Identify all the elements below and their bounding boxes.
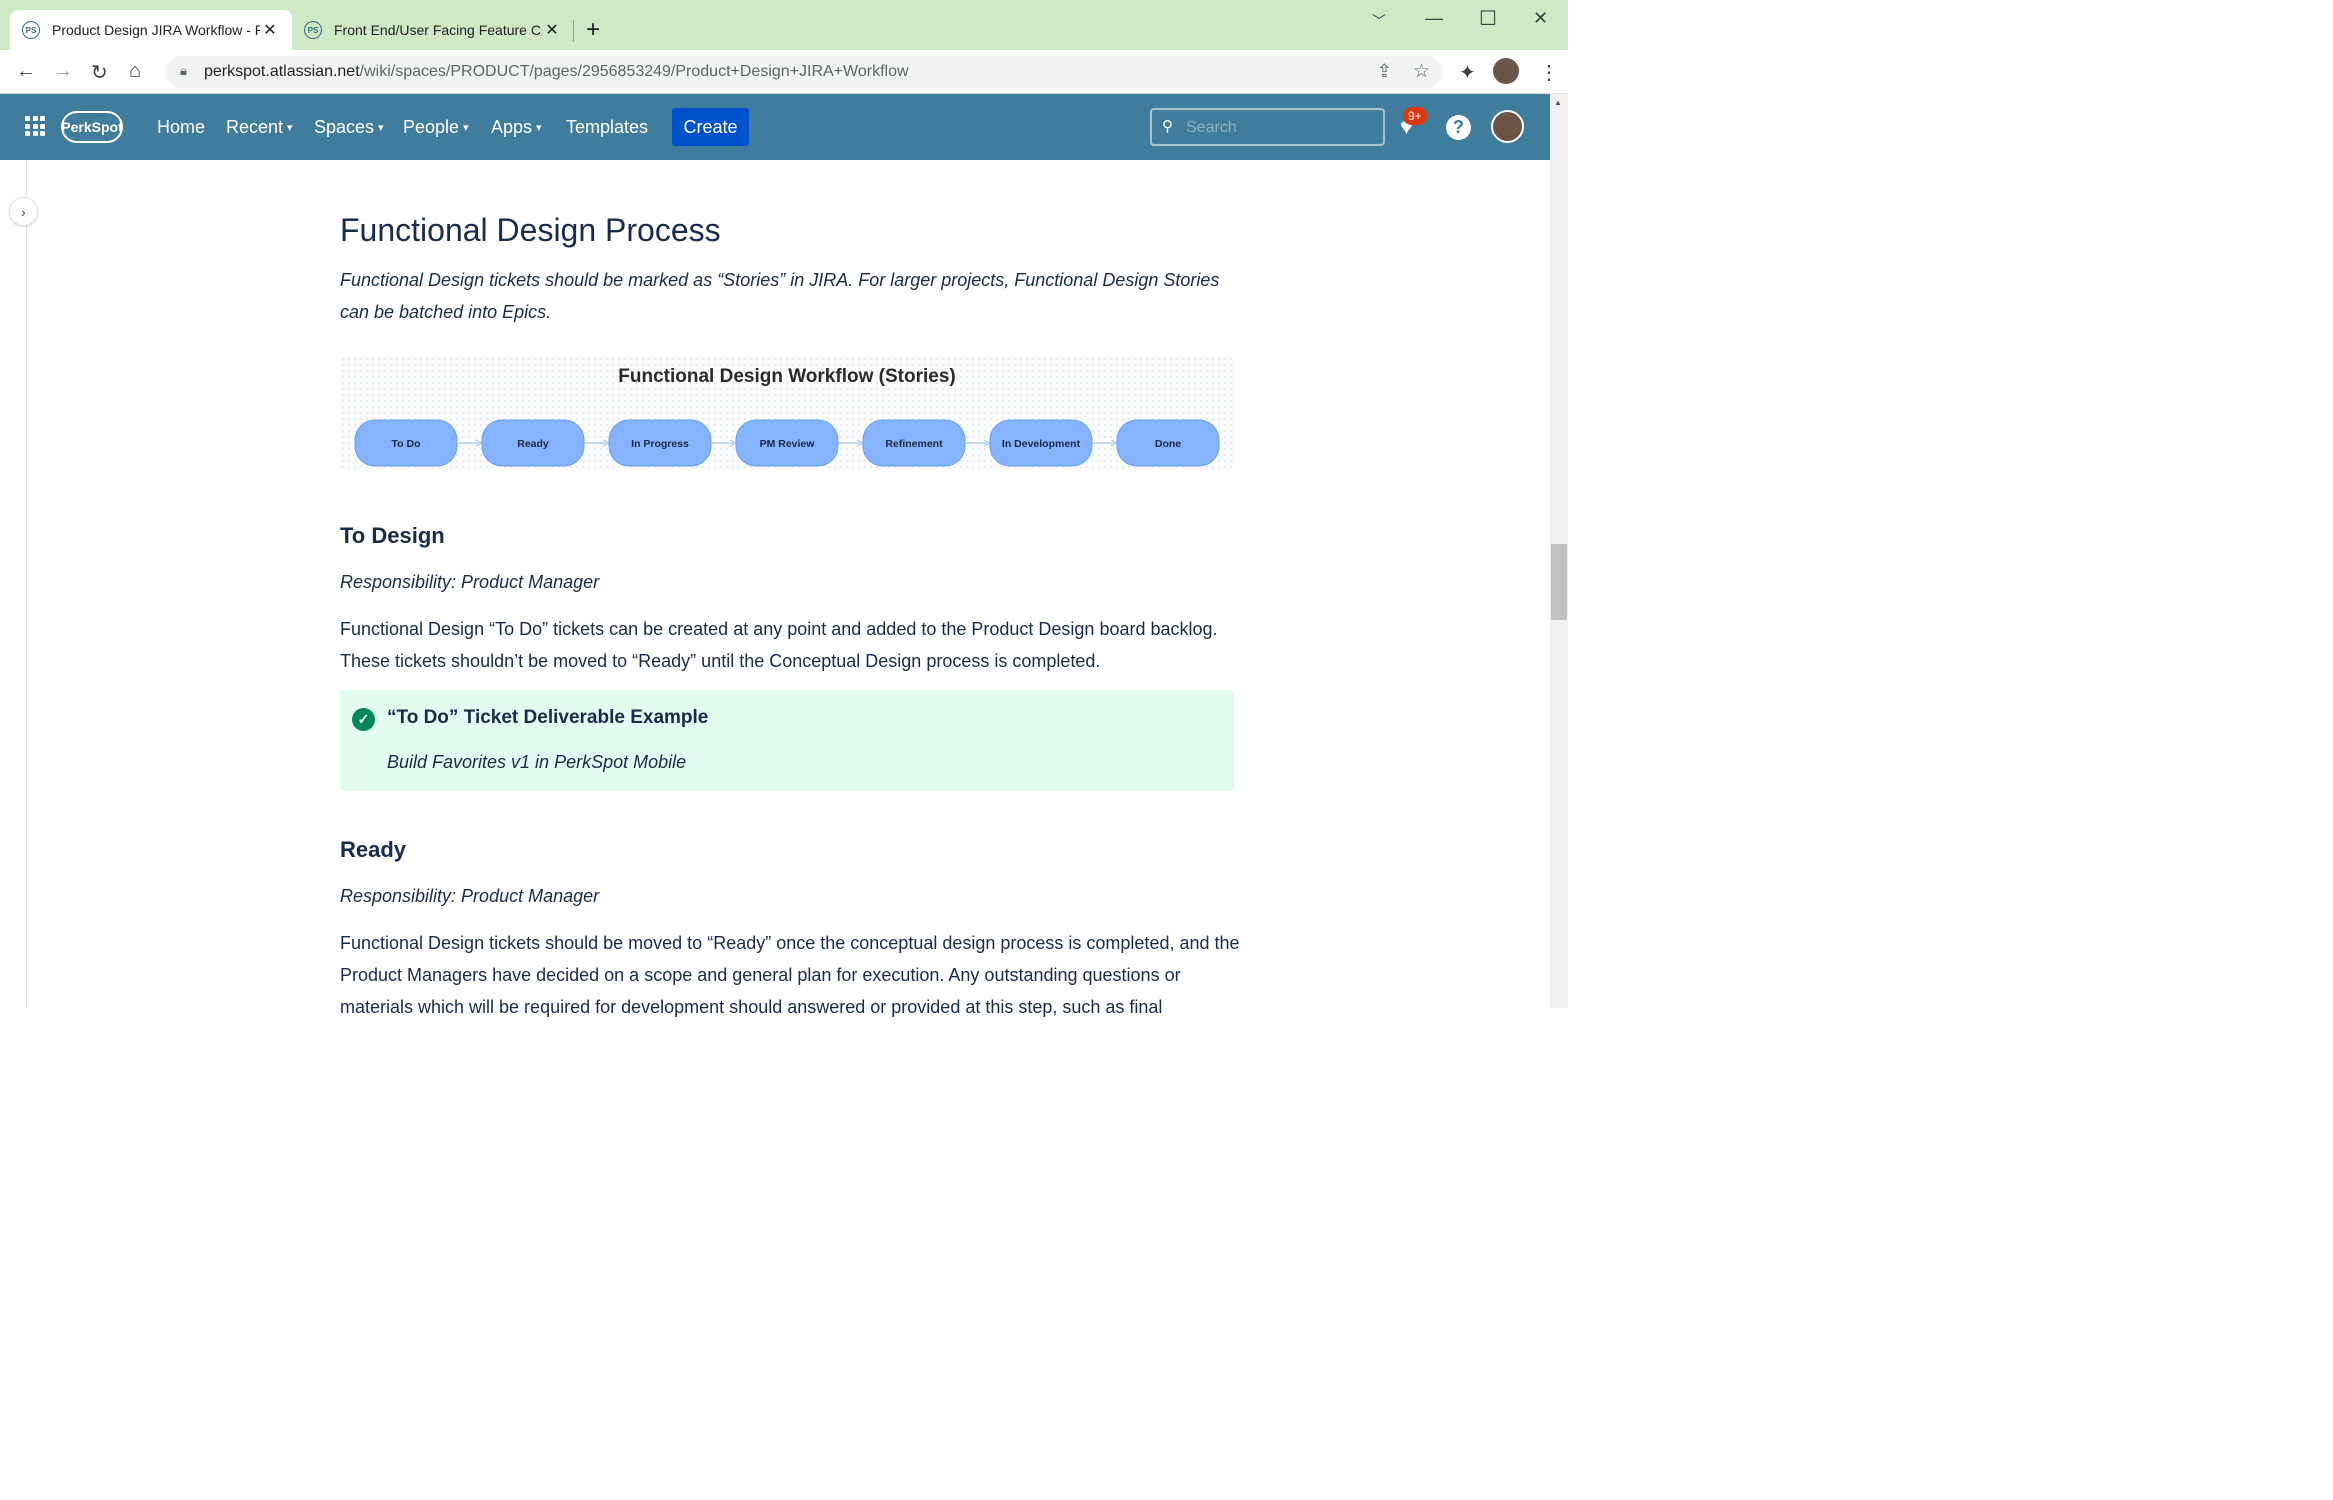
perkspot-favicon: PS [304, 21, 322, 39]
panel-title: “To Do” Ticket Deliverable Example [387, 707, 709, 728]
page-heading: Functional Design Process [340, 212, 721, 248]
chevron-down-icon: ▾ [463, 122, 469, 134]
nav-templates[interactable]: Templates [566, 117, 648, 138]
more-menu-icon[interactable]: ⋮ [1539, 60, 1559, 85]
workflow-step-label: Done [1155, 438, 1181, 450]
tab-separator [573, 20, 574, 42]
close-tab-icon[interactable]: ✕ [542, 20, 562, 40]
lock-icon: 🔒︎ [180, 63, 187, 78]
section-heading-to-design: To Design [340, 523, 445, 548]
perkspot-favicon: PS [22, 21, 40, 39]
minimize-icon[interactable]: — [1425, 8, 1443, 29]
search-input[interactable] [1186, 116, 1376, 140]
responsibility-text: Responsibility: Product Manager [340, 886, 600, 906]
chevron-down-icon: ▾ [536, 122, 542, 134]
profile-avatar[interactable] [1493, 58, 1519, 84]
responsibility-text: Responsibility: Product Manager [340, 572, 600, 592]
reload-icon[interactable]: ↻ [91, 60, 108, 85]
workflow-step-label: PM Review [760, 438, 816, 450]
panel-body: Build Favorites v1 in PerkSpot Mobile [387, 752, 687, 772]
sidebar-divider [26, 160, 27, 1008]
maximize-icon[interactable]: ☐ [1479, 6, 1497, 31]
close-tab-icon[interactable]: ✕ [260, 20, 280, 40]
section-body-ready: Functional Design tickets should be move… [340, 933, 1240, 1017]
section-heading-ready: Ready [340, 837, 407, 862]
user-avatar[interactable] [1491, 110, 1524, 143]
window-close-icon[interactable]: ✕ [1533, 8, 1548, 29]
share-icon[interactable]: ⇪ [1377, 61, 1392, 82]
workflow-step-label: In Progress [631, 438, 689, 450]
workflow-step-label: Refinement [885, 438, 943, 450]
success-panel: ✓ “To Do” Ticket Deliverable Example Bui… [340, 690, 1234, 791]
home-icon[interactable]: ⌂ [129, 60, 141, 83]
address-bar[interactable]: 🔒︎ perkspot.atlassian.net/wiki/spaces/PR… [166, 56, 1442, 88]
confluence-top-nav: PerkSpot Home Recent ▾ Spaces ▾ People ▾ Ap… [0, 94, 1550, 160]
url-text[interactable]: perkspot.atlassian.net/wiki/spaces/PRODU… [204, 63, 909, 81]
page-scrollbar[interactable]: ▲ [1550, 94, 1568, 1008]
browser-toolbar: ← → ↻ ⌂ 🔒︎ perkspot.atlassian.net/wiki/s… [0, 50, 1568, 94]
chevron-down-icon: ▾ [287, 122, 293, 134]
forward-icon[interactable]: → [53, 60, 73, 83]
perkspot-logo[interactable]: PerkSpot [61, 111, 123, 143]
scroll-up-icon[interactable]: ▲ [1554, 98, 1562, 107]
tab-title: Front End/User Facing Feature Checklist [334, 22, 542, 38]
nav-spaces[interactable]: Spaces ▾ [314, 117, 384, 138]
nav-apps[interactable]: Apps ▾ [491, 117, 542, 138]
browser-tab-strip: PS Product Design JIRA Workflow - PerkSp… [0, 0, 1568, 50]
intro-text: Functional Design tickets should be mark… [340, 270, 1220, 322]
chevron-right-icon: › [21, 203, 26, 220]
tab-search-icon[interactable]: ﹀ [1372, 11, 1386, 31]
nav-people[interactable]: People ▾ [403, 117, 469, 138]
workflow-svg: To Do Ready In Progress PM Review Refinement… [354, 419, 1220, 467]
tab-title: Product Design JIRA Workflow - PerkSpot [52, 22, 260, 38]
create-button[interactable]: Create [672, 108, 749, 146]
workflow-step-label: In Development [1002, 438, 1081, 450]
workflow-step-label: Ready [517, 438, 549, 450]
app-switcher-icon[interactable] [25, 116, 45, 136]
tab-product-design-jira-workflow[interactable]: PS Product Design JIRA Workflow - PerkSp… [10, 10, 292, 50]
workflow-step-label: To Do [392, 438, 421, 450]
nav-recent[interactable]: Recent ▾ [226, 117, 293, 138]
new-tab-button[interactable]: + [586, 16, 600, 44]
chevron-down-icon: ▾ [378, 122, 384, 134]
tab-front-end-checklist[interactable]: PS Front End/User Facing Feature Checkli… [292, 10, 574, 50]
bookmark-star-icon[interactable]: ☆ [1413, 60, 1430, 83]
back-icon[interactable]: ← [16, 60, 36, 83]
check-circle-icon: ✓ [352, 708, 375, 731]
expand-sidebar-button[interactable]: › [9, 197, 38, 226]
help-icon[interactable]: ? [1446, 115, 1471, 140]
nav-home[interactable]: Home [157, 117, 205, 138]
search-icon: ⚲ [1162, 118, 1173, 135]
workflow-diagram: Functional Design Workflow (Stories) To … [340, 356, 1234, 470]
section-body-to-design: Functional Design “To Do” tickets can be… [340, 619, 1218, 671]
notification-badge: 9+ [1403, 107, 1427, 125]
search-box[interactable]: ⚲ [1150, 108, 1385, 146]
extensions-icon[interactable]: ✦ [1459, 60, 1476, 85]
scrollbar-thumb[interactable] [1551, 544, 1567, 620]
